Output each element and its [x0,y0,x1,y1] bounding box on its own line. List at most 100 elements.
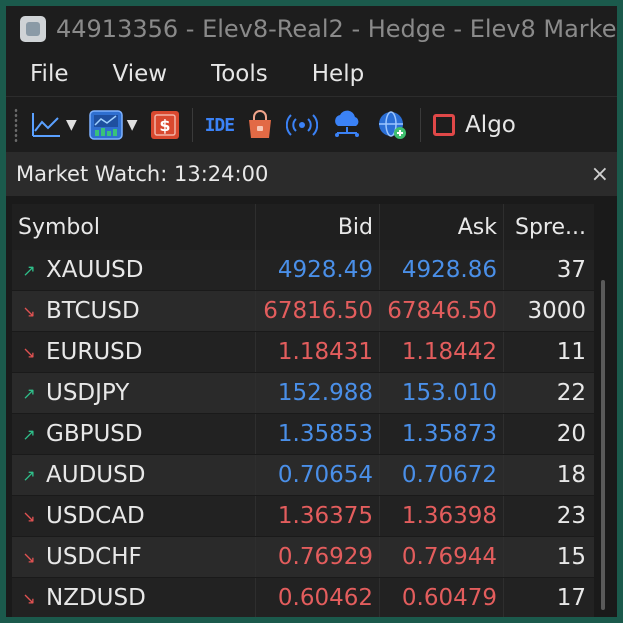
menu-bar: File View Tools Help [6,52,617,96]
market-watch-header: Market Watch: 13:24:00 × [6,152,617,196]
window-title: 44913356 - Elev8-Real2 - Hedge - Elev8 M… [56,15,617,43]
menu-tools[interactable]: Tools [211,61,268,87]
table-row[interactable]: ↘ EURUSD 1.18431 1.18442 11 [12,332,594,372]
toolbar-separator [191,108,193,142]
symbol-name: USDCHF [46,544,142,570]
shopping-bag-icon [249,110,272,138]
column-header-bid[interactable]: Bid [256,204,380,250]
spread-cell: 18 [556,462,586,488]
ask-cell: 1.18442 [380,332,504,372]
chevron-down-icon[interactable]: ▼ [66,117,77,133]
symbol-name: XAUUSD [46,257,144,283]
spread-cell: 11 [556,339,586,365]
bid-cell: 1.18431 [256,332,380,372]
spread-cell: 23 [556,503,586,529]
toolbar: ▼ ▼ $ IDE Algo [6,96,617,153]
market-watch-table: Symbol Bid Ask Spre... ↗ XAUUSD 4928.49 492… [6,196,617,617]
symbol-name: AUDUSD [46,462,146,488]
symbol-name: GBPUSD [46,421,143,447]
ask-cell: 1.35873 [380,414,504,454]
signal-icon [286,114,319,136]
chevron-down-icon[interactable]: ▼ [127,117,138,133]
title-bar: 44913356 - Elev8-Real2 - Hedge - Elev8 M… [6,6,617,52]
symbol-cell: ↗ GBPUSD [12,414,256,454]
symbol-name: BTCUSD [46,298,140,324]
dollar-icon: $ [150,111,179,139]
spread-cell: 15 [556,544,586,570]
column-header-symbol[interactable]: Symbol [12,204,256,250]
bid-cell: 4928.49 [256,250,380,290]
globe-icon [379,111,407,139]
symbol-cell: ↘ EURUSD [12,332,256,372]
algo-trading-button[interactable]: Algo [433,112,516,138]
bid-cell: 0.70654 [256,455,380,495]
symbol-cell: ↗ USDJPY [12,373,256,413]
bid-cell: 1.35853 [256,414,380,454]
spread-cell: 20 [556,421,586,447]
arrow-down-right-icon: ↘ [22,506,36,526]
table-row[interactable]: ↘ BTCUSD 67816.50 67846.50 3000 [12,291,594,331]
ask-cell: 1.36398 [380,496,504,536]
chart-template-button[interactable]: ▼ [89,105,138,145]
market-watch-title: Market Watch: 13:24:00 [16,162,269,186]
app-logo-icon [20,16,46,42]
ask-cell: 0.60479 [380,578,504,617]
table-row[interactable]: ↗ AUDUSD 0.70654 0.70672 18 [12,455,594,495]
arrow-down-right-icon: ↘ [22,588,36,608]
spread-cell: 3000 [527,298,586,324]
symbol-name: NZDUSD [46,585,146,611]
line-chart-icon [32,113,60,137]
app-window: 44913356 - Elev8-Real2 - Hedge - Elev8 M… [6,6,617,617]
symbol-name: USDJPY [46,380,130,406]
arrow-up-right-icon: ↗ [22,383,36,403]
ask-cell: 153.010 [380,373,504,413]
arrow-up-right-icon: ↗ [22,465,36,485]
marketplace-button[interactable] [246,105,274,145]
symbol-cell: ↗ XAUUSD [12,250,256,290]
table-row[interactable]: ↘ USDCAD 1.36375 1.36398 23 [12,496,594,536]
scrollbar-thumb[interactable] [601,280,605,610]
column-header-spread[interactable]: Spre... [504,204,594,250]
chart-template-icon [89,110,123,140]
symbol-cell: ↘ NZDUSD [12,578,256,617]
symbol-cell: ↘ BTCUSD [12,291,256,331]
table-row[interactable]: ↗ USDJPY 152.988 153.010 22 [12,373,594,413]
svg-text:$: $ [159,116,170,135]
toolbar-separator [420,108,422,142]
arrow-down-right-icon: ↘ [22,342,36,362]
close-icon[interactable]: × [591,162,609,187]
algo-stop-icon [433,114,456,136]
symbol-cell: ↘ USDCAD [12,496,256,536]
signals-button[interactable] [286,105,319,145]
table-row[interactable]: ↘ NZDUSD 0.60462 0.60479 17 [12,578,594,617]
bid-cell: 67816.50 [256,291,380,331]
menu-view[interactable]: View [113,61,168,87]
symbol-name: USDCAD [46,503,145,529]
menu-help[interactable]: Help [312,61,364,87]
table-header-row: Symbol Bid Ask Spre... [12,204,594,250]
symbol-cell: ↘ USDCHF [12,537,256,577]
arrow-up-right-icon: ↗ [22,260,36,280]
column-header-ask[interactable]: Ask [380,204,504,250]
ask-cell: 0.76944 [380,537,504,577]
arrow-down-right-icon: ↘ [22,301,36,321]
spread-cell: 17 [556,585,586,611]
ask-cell: 4928.86 [380,250,504,290]
bid-cell: 0.60462 [256,578,380,617]
community-button[interactable] [376,105,408,145]
vps-button[interactable] [330,105,364,145]
spread-cell: 22 [556,380,586,406]
trade-button[interactable]: $ [150,105,180,145]
ask-cell: 0.70672 [380,455,504,495]
spread-cell: 37 [556,257,586,283]
table-row[interactable]: ↗ XAUUSD 4928.49 4928.86 37 [12,250,594,290]
line-chart-button[interactable]: ▼ [30,105,77,145]
vertical-scrollbar[interactable] [598,250,610,617]
algo-trading-label: Algo [465,112,516,138]
ide-button[interactable]: IDE [205,105,235,145]
bid-cell: 0.76929 [256,537,380,577]
menu-file[interactable]: File [30,61,69,87]
table-row[interactable]: ↘ USDCHF 0.76929 0.76944 15 [12,537,594,577]
table-row[interactable]: ↗ GBPUSD 1.35853 1.35873 20 [12,414,594,454]
toolbar-grip-handle[interactable] [14,108,18,142]
